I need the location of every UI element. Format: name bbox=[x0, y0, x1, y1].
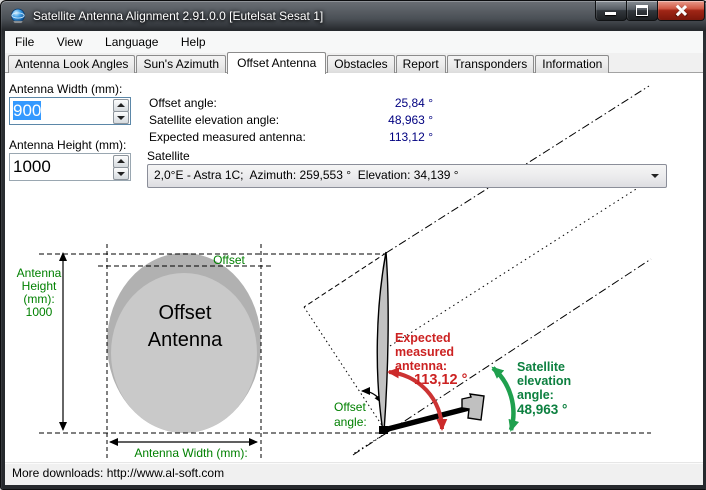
satellite-dropdown-value: 2,0°E - Astra 1C; Azimuth: 259,553 ° Ele… bbox=[154, 165, 459, 186]
status-text: More downloads: http://www.al-soft.com bbox=[12, 463, 224, 484]
title-bar[interactable]: Satellite Antenna Alignment 2.91.0.0 [Eu… bbox=[1, 1, 706, 31]
elevation-result-value: 48,963 ° bbox=[341, 113, 433, 127]
antenna-height-spin-down[interactable] bbox=[113, 167, 129, 180]
tab-transponders[interactable]: Transponders bbox=[447, 55, 535, 73]
offset-angle-result-label: Offset angle: bbox=[149, 96, 217, 110]
minimize-button[interactable] bbox=[595, 1, 627, 21]
antenna-width-spin-down[interactable] bbox=[113, 111, 129, 124]
menu-bar: File View Language Help bbox=[5, 31, 703, 54]
menu-view[interactable]: View bbox=[48, 31, 92, 53]
expected-result-label: Expected measured antenna: bbox=[149, 130, 306, 144]
elevation-result-label: Satellite elevation angle: bbox=[149, 113, 279, 127]
tab-suns-azimuth[interactable]: Sun's Azimuth bbox=[136, 55, 226, 73]
window-title: Satellite Antenna Alignment 2.91.0.0 [Eu… bbox=[33, 9, 323, 23]
antenna-height-input[interactable]: 1000 bbox=[9, 153, 131, 181]
offset-angle-result-value: 25,84 ° bbox=[341, 96, 433, 110]
app-icon bbox=[10, 8, 26, 24]
close-icon bbox=[675, 5, 687, 16]
expected-result-value: 113,12 ° bbox=[341, 130, 433, 144]
chevron-down-icon bbox=[651, 174, 659, 178]
antenna-width-value: 900 bbox=[13, 99, 41, 123]
antenna-width-input[interactable]: 900 bbox=[9, 97, 131, 125]
antenna-height-value: 1000 bbox=[13, 155, 51, 179]
menu-language[interactable]: Language bbox=[96, 31, 167, 53]
app-window: Satellite Antenna Alignment 2.91.0.0 [Eu… bbox=[0, 0, 706, 490]
minimize-icon bbox=[605, 12, 616, 15]
maximize-icon bbox=[636, 5, 648, 16]
tab-offset-antenna[interactable]: Offset Antenna bbox=[227, 52, 326, 74]
status-bar: More downloads: http://www.al-soft.com bbox=[5, 462, 703, 485]
tab-information[interactable]: Information bbox=[535, 55, 609, 73]
tab-antenna-look-angles[interactable]: Antenna Look Angles bbox=[8, 55, 135, 73]
antenna-width-label: Antenna Width (mm): bbox=[9, 82, 122, 96]
menu-file[interactable]: File bbox=[6, 31, 43, 53]
tab-report[interactable]: Report bbox=[396, 55, 446, 73]
satellite-dropdown[interactable]: 2,0°E - Astra 1C; Azimuth: 259,553 ° Ele… bbox=[147, 164, 667, 188]
satellite-label: Satellite bbox=[147, 149, 190, 163]
menu-help[interactable]: Help bbox=[172, 31, 215, 53]
maximize-button[interactable] bbox=[626, 1, 658, 21]
close-button[interactable] bbox=[657, 1, 705, 21]
tab-obstacles[interactable]: Obstacles bbox=[327, 55, 394, 73]
antenna-height-label: Antenna Height (mm): bbox=[9, 138, 126, 152]
